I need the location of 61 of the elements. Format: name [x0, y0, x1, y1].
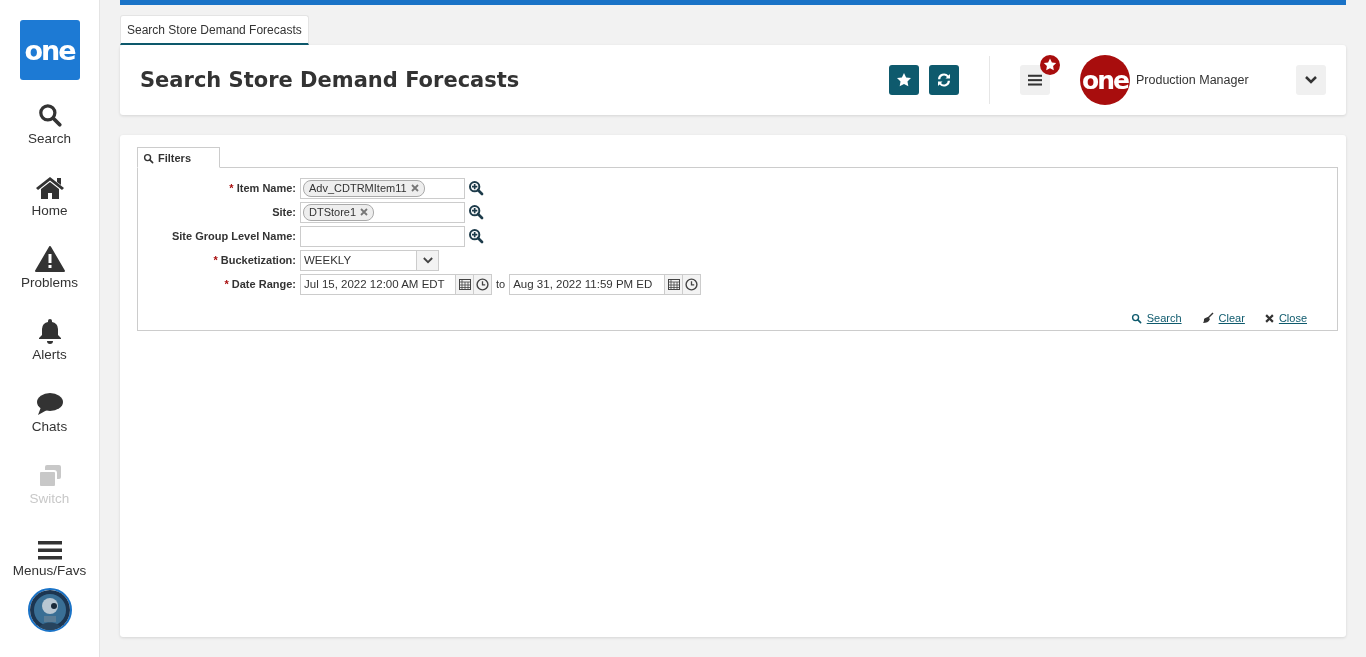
dropdown-button[interactable]: [1296, 65, 1326, 95]
nav-item[interactable]: Menus/Favs: [0, 512, 100, 584]
favorite-button[interactable]: [889, 65, 919, 95]
menu-icon: [1028, 74, 1042, 86]
chevron-down-icon: [1305, 76, 1317, 84]
nav-item[interactable]: Problems: [0, 224, 100, 296]
field-label: Date Range:: [231, 278, 296, 290]
star-icon: [896, 72, 912, 88]
field-label: Site Group Level Name:: [171, 230, 296, 242]
chat-bubble-icon: [35, 392, 64, 416]
date-field[interactable]: Jul 15, 2022 12:00 AM EDT: [300, 273, 492, 295]
broom-icon: [1201, 312, 1214, 324]
dropdown-field[interactable]: WEEKLY: [300, 249, 439, 271]
search-icon: [1130, 312, 1142, 324]
field-label: Item Name:: [236, 182, 296, 194]
filters-tab[interactable]: Filters: [137, 147, 220, 168]
zoom-in-icon[interactable]: [468, 180, 484, 196]
calendar-icon[interactable]: [667, 278, 680, 290]
field-label: Bucketization:: [220, 254, 296, 266]
input-field[interactable]: Adv_CDTRMItem11: [300, 177, 465, 199]
nav-item[interactable]: Search: [0, 80, 100, 152]
date-field[interactable]: Aug 31, 2022 11:59 PM ED: [509, 273, 702, 295]
search-icon: [36, 102, 63, 128]
user-role: Production Manager: [1136, 73, 1250, 87]
warning-icon: [34, 246, 65, 272]
calendar-icon[interactable]: [458, 278, 471, 290]
search-icon: [143, 152, 154, 164]
clock-icon[interactable]: [685, 277, 699, 291]
required-mark: *: [224, 278, 229, 290]
action-link[interactable]: Clear: [1201, 312, 1245, 324]
close-icon: [1264, 313, 1274, 323]
required-mark: *: [229, 182, 234, 194]
bell-icon: [37, 318, 62, 344]
selected-tag[interactable]: Adv_CDTRMItem11: [303, 179, 425, 197]
nav-item[interactable]: Home: [0, 152, 100, 224]
range-separator: to: [496, 278, 506, 290]
menu-icon: [37, 540, 62, 560]
remove-icon[interactable]: [360, 208, 369, 216]
nav-item[interactable]: Alerts: [0, 296, 100, 368]
zoom-in-icon[interactable]: [468, 204, 484, 220]
action-link[interactable]: Search: [1130, 312, 1182, 324]
clock-icon[interactable]: [476, 277, 489, 291]
logo[interactable]: one: [19, 20, 80, 80]
home-icon: [34, 176, 65, 200]
field-label: Site:: [272, 206, 296, 218]
action-link[interactable]: Close: [1264, 312, 1307, 324]
input-field[interactable]: [300, 225, 465, 247]
company-logo: one: [1080, 55, 1130, 105]
refresh-icon: [935, 71, 953, 89]
page-title: Search Store Demand Forecasts: [140, 68, 521, 92]
required-mark: *: [213, 254, 218, 266]
zoom-in-icon[interactable]: [468, 228, 484, 244]
filters-tab-label: Filters: [158, 152, 191, 164]
remove-icon[interactable]: [410, 184, 419, 192]
refresh-button[interactable]: [929, 65, 959, 95]
nav-item[interactable]: Chats: [0, 368, 100, 440]
star-badge-icon: [1039, 54, 1061, 76]
selected-tag[interactable]: DTStore1: [303, 203, 375, 221]
chevron-down-icon: [422, 256, 433, 264]
input-field[interactable]: DTStore1: [300, 201, 465, 223]
page-tab[interactable]: Search Store Demand Forecasts: [120, 15, 309, 45]
